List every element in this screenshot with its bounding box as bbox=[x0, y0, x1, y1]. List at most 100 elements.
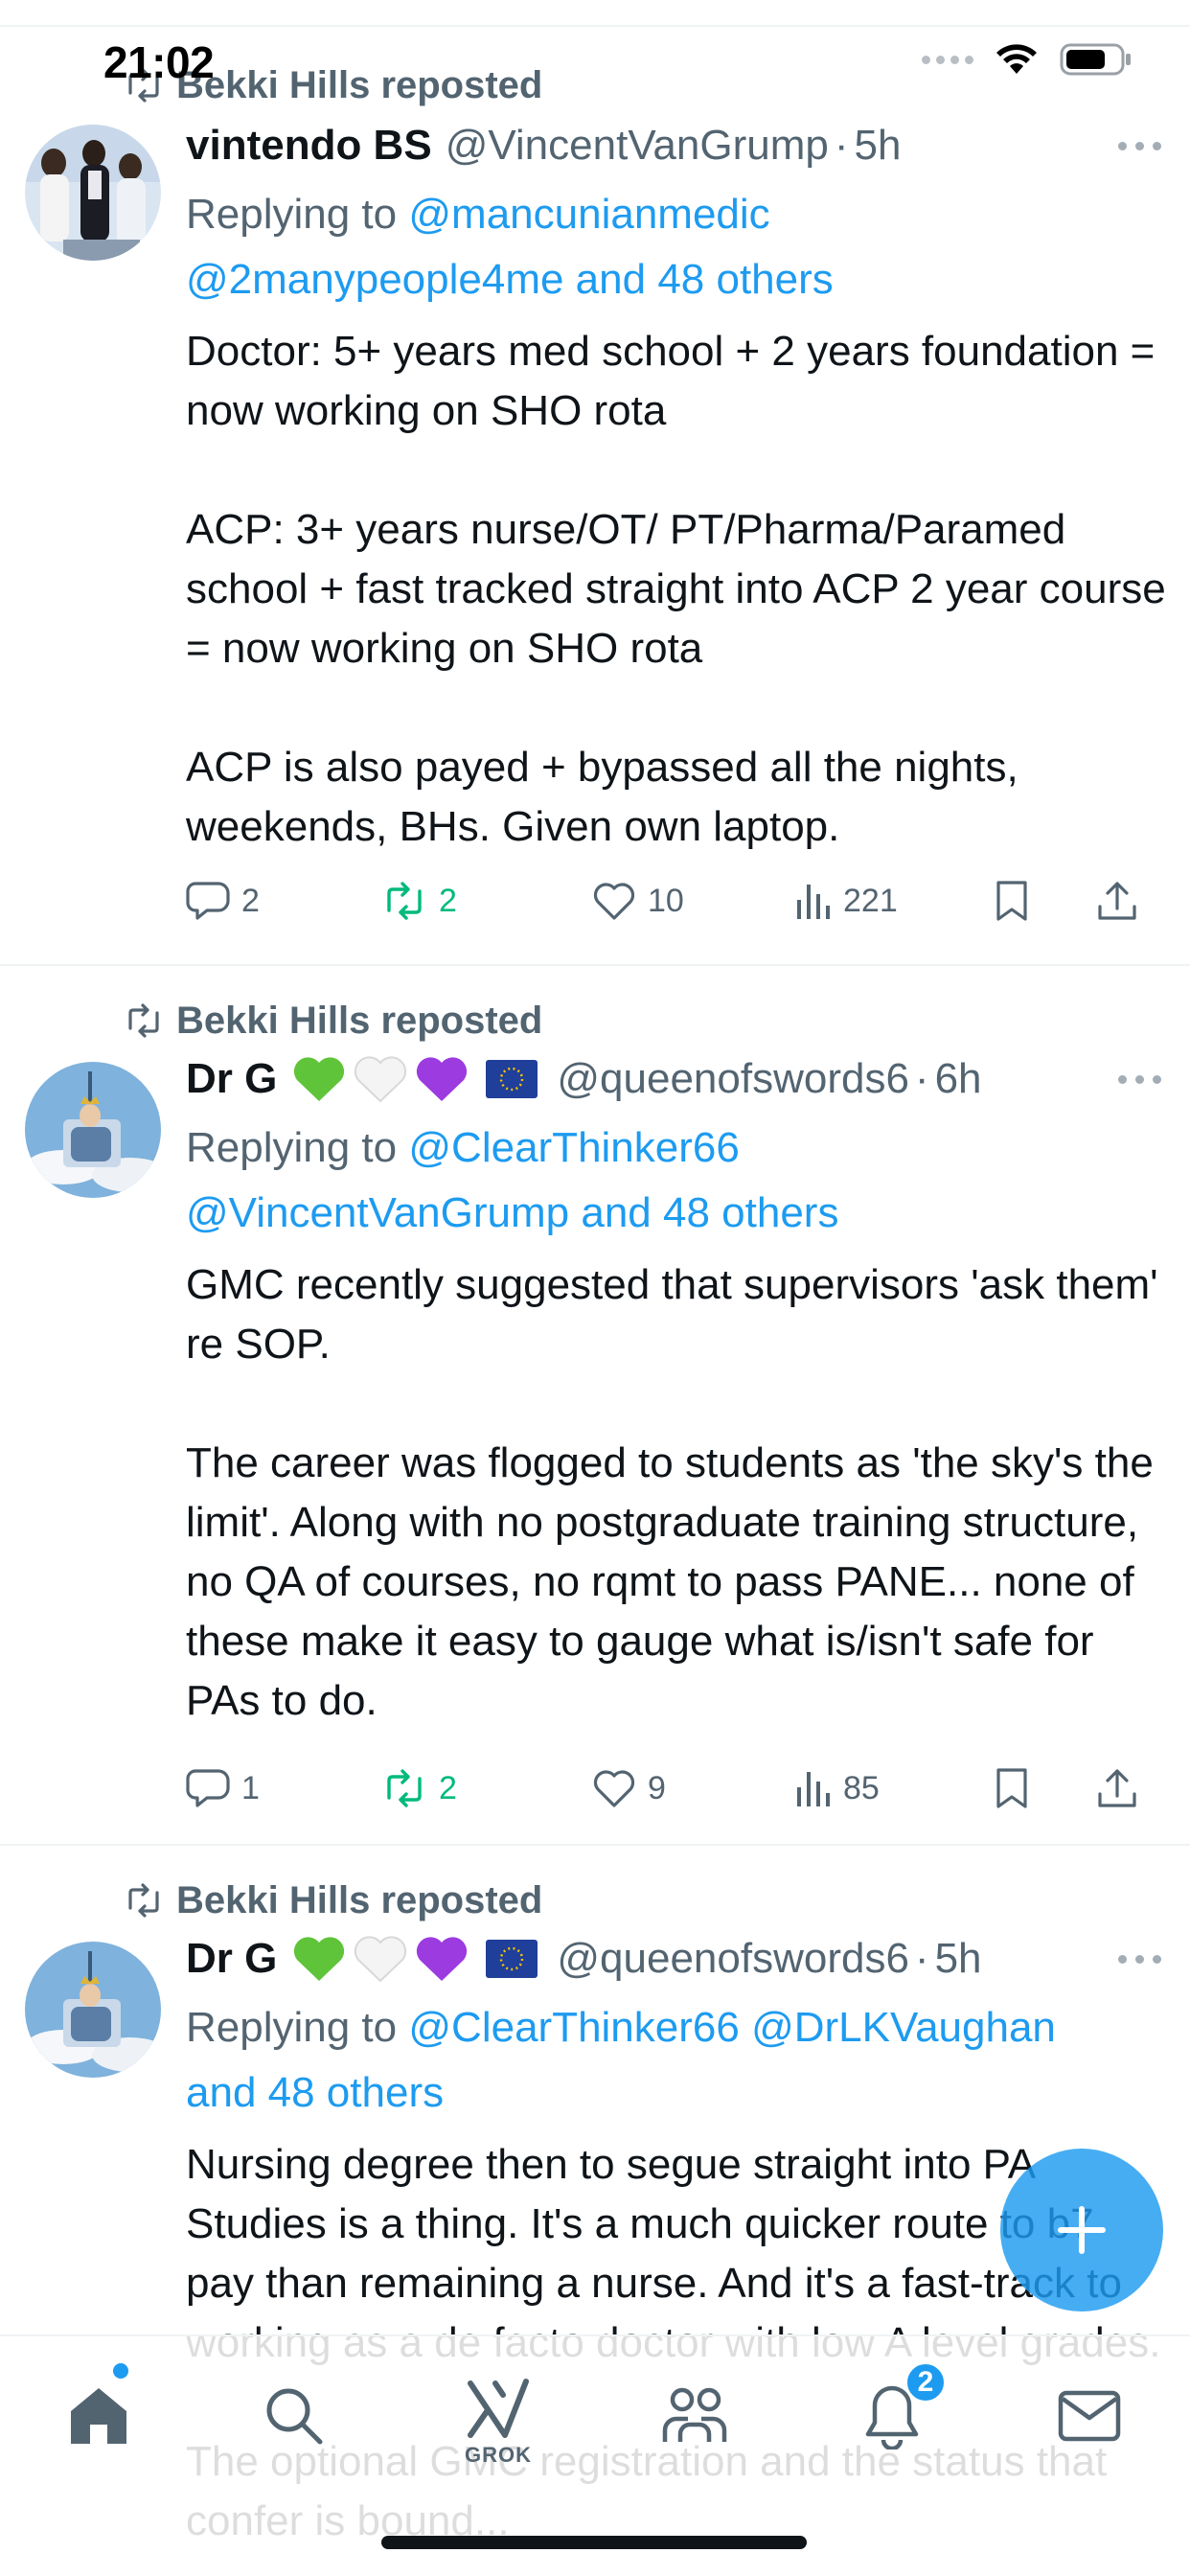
share-button[interactable] bbox=[1096, 1767, 1138, 1809]
tweet-header: Dr G @queenofswords6 · 6h bbox=[186, 1050, 1161, 1108]
views-button[interactable]: 221 bbox=[793, 881, 995, 921]
mention-link[interactable]: and 48 others bbox=[186, 2060, 1152, 2126]
separator-dot: · bbox=[834, 122, 849, 169]
tweet-actions: 1 2 9 85 bbox=[186, 1760, 1165, 1817]
bookmark-icon bbox=[996, 881, 1027, 921]
green-heart-icon bbox=[294, 1057, 345, 1101]
replying-to: Replying to @ClearThinker66 @DrLKVaughan… bbox=[186, 1995, 1152, 2126]
replying-to: Replying to @mancunianmedic @2manypeople… bbox=[186, 182, 1152, 312]
mention-link[interactable]: @ClearThinker66 bbox=[408, 1124, 739, 1171]
mention-link[interactable]: @VincentVanGrump and 48 others bbox=[186, 1181, 1152, 1246]
cellular-signal-icon bbox=[922, 55, 973, 64]
reply-icon bbox=[186, 882, 230, 920]
views-button[interactable]: 85 bbox=[793, 1768, 995, 1808]
repost-label[interactable]: Bekki Hills reposted bbox=[176, 1879, 542, 1922]
home-unread-dot bbox=[113, 2363, 128, 2379]
author-handle[interactable]: @queenofswords6 bbox=[557, 1935, 909, 1983]
compose-button[interactable] bbox=[1000, 2149, 1163, 2312]
tab-messages[interactable] bbox=[1046, 2373, 1133, 2459]
analytics-icon bbox=[797, 885, 830, 919]
grok-label: GROK bbox=[465, 2443, 532, 2467]
repost-count: 2 bbox=[439, 882, 457, 919]
more-options-icon[interactable] bbox=[1118, 142, 1161, 150]
home-icon bbox=[71, 2388, 126, 2444]
avatar[interactable] bbox=[25, 1062, 161, 1198]
like-button[interactable]: 9 bbox=[592, 1768, 793, 1808]
like-button[interactable]: 10 bbox=[592, 881, 793, 921]
more-options-icon[interactable] bbox=[1118, 1075, 1161, 1084]
share-icon bbox=[1098, 1769, 1136, 1807]
white-heart-icon bbox=[355, 1936, 407, 1983]
communities-icon bbox=[662, 2387, 727, 2442]
bookmark-button[interactable] bbox=[995, 1767, 1096, 1809]
repost-icon bbox=[387, 882, 422, 920]
purple-heart-icon bbox=[417, 1057, 468, 1101]
repost-icon bbox=[128, 1883, 159, 1918]
tweet-time[interactable]: 5h bbox=[854, 122, 901, 170]
author-name[interactable]: Dr G bbox=[186, 1935, 277, 1983]
tab-communities[interactable] bbox=[652, 2373, 738, 2459]
heart-icon bbox=[593, 883, 635, 920]
repost-indicator: Bekki Hills reposted bbox=[125, 997, 542, 1045]
mention-link[interactable]: @2manypeople4me and 48 others bbox=[186, 247, 1152, 312]
author-handle[interactable]: @VincentVanGrump bbox=[446, 122, 829, 170]
heart-icon bbox=[593, 1770, 635, 1807]
tab-home[interactable] bbox=[56, 2373, 142, 2459]
repost-button[interactable]: 2 bbox=[381, 882, 592, 920]
tweet-text: GMC recently suggested that supervisors … bbox=[186, 1261, 1158, 1724]
view-count: 85 bbox=[843, 1769, 880, 1806]
name-emojis bbox=[292, 1935, 538, 1983]
tweet-header: Dr G @queenofswords6 · 5h bbox=[186, 1930, 1161, 1988]
status-time: 21:02 bbox=[103, 37, 215, 87]
home-indicator[interactable] bbox=[381, 2536, 807, 2549]
reply-button[interactable]: 2 bbox=[186, 880, 358, 922]
avatar[interactable] bbox=[25, 1942, 161, 2078]
status-bar: 21:02 bbox=[0, 0, 1190, 115]
replying-to: Replying to @ClearThinker66 @VincentVanG… bbox=[186, 1116, 1152, 1246]
tab-search[interactable] bbox=[251, 2373, 337, 2459]
analytics-icon bbox=[797, 1772, 830, 1806]
name-emojis bbox=[292, 1055, 538, 1103]
bookmark-icon bbox=[996, 1768, 1027, 1808]
author-name[interactable]: Dr G bbox=[186, 1055, 277, 1103]
eu-flag-icon bbox=[486, 1060, 538, 1098]
tweet-header: vintendo BS @VincentVanGrump · 5h bbox=[186, 117, 1161, 174]
repost-indicator: Bekki Hills reposted bbox=[125, 1876, 542, 1924]
tweet-time[interactable]: 6h bbox=[935, 1055, 982, 1103]
repost-label[interactable]: Bekki Hills reposted bbox=[176, 1000, 542, 1043]
tweet[interactable]: Bekki Hills reposted vintendo BS @Vincen… bbox=[0, 58, 1190, 966]
notification-badge: 2 bbox=[904, 2361, 947, 2404]
tweet-text: Doctor: 5+ years med school + 2 years fo… bbox=[186, 328, 1166, 850]
repost-button[interactable]: 2 bbox=[381, 1769, 592, 1807]
view-count: 221 bbox=[843, 882, 898, 919]
replying-prefix: Replying to bbox=[186, 2004, 398, 2051]
green-heart-icon bbox=[294, 1937, 345, 1981]
repost-count: 2 bbox=[439, 1769, 457, 1806]
search-icon bbox=[266, 2388, 323, 2445]
avatar[interactable] bbox=[25, 125, 161, 261]
more-options-icon[interactable] bbox=[1118, 1955, 1161, 1964]
tweet[interactable]: Bekki Hills reposted Dr G @queenofswords… bbox=[0, 966, 1190, 1846]
like-count: 9 bbox=[648, 1769, 666, 1806]
reply-button[interactable]: 1 bbox=[186, 1767, 358, 1809]
reply-count: 2 bbox=[241, 882, 260, 919]
tweet-time[interactable]: 5h bbox=[935, 1935, 982, 1983]
author-handle[interactable]: @queenofswords6 bbox=[557, 1055, 909, 1103]
mention-link[interactable]: @ClearThinker66 @DrLKVaughan bbox=[408, 2004, 1056, 2051]
reply-count: 1 bbox=[241, 1769, 260, 1806]
separator-dot: · bbox=[914, 1935, 929, 1982]
reply-icon bbox=[186, 1769, 230, 1807]
replying-prefix: Replying to bbox=[186, 1124, 398, 1171]
eu-flag-icon bbox=[486, 1940, 538, 1978]
tab-grok[interactable]: GROK bbox=[450, 2365, 546, 2480]
grok-icon bbox=[468, 2379, 529, 2438]
white-heart-icon bbox=[355, 1056, 407, 1103]
mention-link[interactable]: @mancunianmedic bbox=[408, 191, 769, 238]
author-name[interactable]: vintendo BS bbox=[186, 122, 432, 170]
like-count: 10 bbox=[648, 882, 684, 919]
share-icon bbox=[1098, 882, 1136, 920]
plus-icon bbox=[1058, 2206, 1106, 2254]
bookmark-button[interactable] bbox=[995, 880, 1096, 922]
repost-icon bbox=[387, 1769, 422, 1807]
share-button[interactable] bbox=[1096, 880, 1138, 922]
